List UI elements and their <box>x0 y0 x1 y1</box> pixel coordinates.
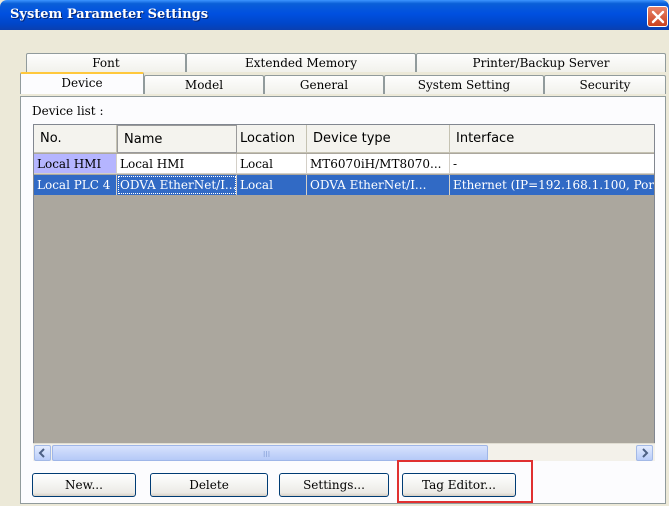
tag-editor-highlight <box>397 460 533 503</box>
tab-security[interactable]: Security <box>544 75 666 94</box>
column-header-name[interactable]: Name <box>117 125 237 153</box>
column-header-interface[interactable]: Interface <box>450 125 654 153</box>
table-row-2-device-type[interactable]: ODVA EtherNet/I... <box>307 175 450 195</box>
tab-font[interactable]: Font <box>26 53 186 72</box>
device-list-table[interactable]: No. Name Location Device type Interface … <box>33 124 655 461</box>
close-button[interactable] <box>647 6 668 27</box>
column-header-no[interactable]: No. <box>34 125 117 153</box>
column-header-device-type[interactable]: Device type <box>307 125 450 153</box>
settings-button[interactable]: Settings... <box>279 473 389 497</box>
table-row-1-device-type[interactable]: MT6070iH/MT8070... <box>307 154 450 174</box>
tab-device[interactable]: Device <box>20 72 144 94</box>
tab-printer-backup-server[interactable]: Printer/Backup Server <box>416 53 666 72</box>
delete-button[interactable]: Delete <box>150 473 268 497</box>
column-header-location[interactable]: Location <box>237 125 307 153</box>
table-row-2-location[interactable]: Local <box>237 175 307 195</box>
table-row-2-no[interactable]: Local PLC 4 <box>34 175 117 195</box>
device-list-label: Device list : <box>32 104 104 118</box>
table-row-2-name[interactable]: ODVA EtherNet/I... <box>117 175 237 195</box>
window-title: System Parameter Settings <box>10 7 209 22</box>
scroll-right-button[interactable] <box>636 445 653 461</box>
tab-general[interactable]: General <box>264 75 384 94</box>
table-row-2-interface[interactable]: Ethernet (IP=192.168.1.100, Port <box>450 175 654 195</box>
horizontal-scrollbar[interactable]: III <box>33 443 655 461</box>
scroll-grip: III <box>263 450 271 459</box>
new-button[interactable]: New... <box>32 473 136 497</box>
chevron-right-icon <box>642 448 649 458</box>
scroll-left-button[interactable] <box>34 445 51 461</box>
scroll-thumb[interactable]: III <box>52 445 488 461</box>
tab-model[interactable]: Model <box>144 75 264 94</box>
table-row-1-name[interactable]: Local HMI <box>117 154 237 174</box>
tab-system-setting[interactable]: System Setting <box>384 75 544 94</box>
table-row-1-interface[interactable]: - <box>450 154 654 174</box>
table-row-1-location[interactable]: Local <box>237 154 307 174</box>
close-icon <box>651 10 665 24</box>
table-row-1-no[interactable]: Local HMI <box>34 154 117 174</box>
title-bar: System Parameter Settings <box>0 0 669 30</box>
chevron-left-icon <box>38 448 45 458</box>
tab-extended-memory[interactable]: Extended Memory <box>186 53 416 72</box>
